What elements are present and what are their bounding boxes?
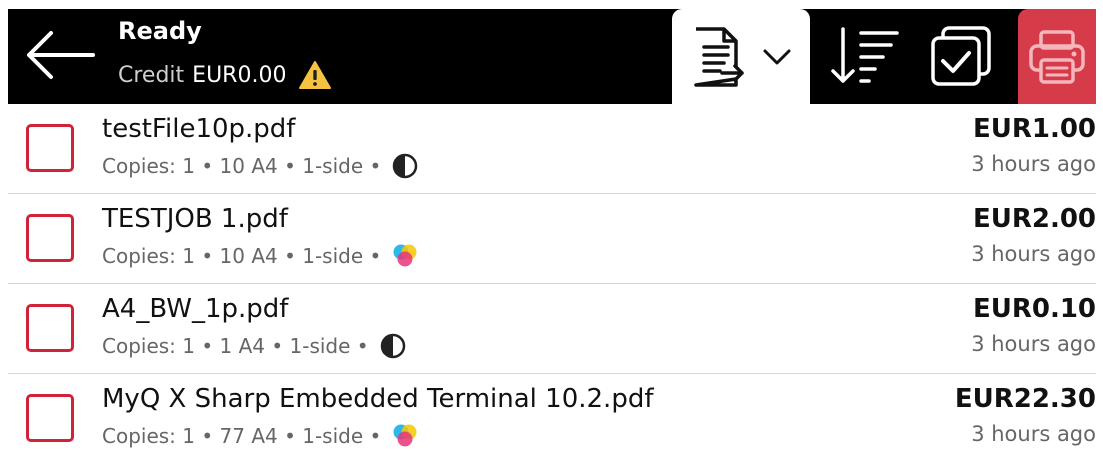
job-time: 3 hours ago: [971, 242, 1096, 266]
job-time: 3 hours ago: [971, 422, 1096, 446]
job-name: TESTJOB 1.pdf: [102, 204, 288, 234]
job-checkbox[interactable]: [26, 394, 74, 442]
top-bar: Ready Credit EUR0.00: [8, 9, 1096, 104]
job-row[interactable]: MyQ X Sharp Embedded Terminal 10.2.pdf C…: [8, 374, 1096, 463]
job-details: Copies: 1 • 10 A4 • 1-side •: [102, 244, 382, 268]
job-checkbox[interactable]: [26, 124, 74, 172]
job-price: EUR1.00: [972, 114, 1096, 144]
job-row[interactable]: TESTJOB 1.pdf Copies: 1 • 10 A4 • 1-side…: [8, 194, 1096, 284]
job-price: EUR0.10: [972, 294, 1096, 324]
credit-info: Credit EUR0.00: [118, 60, 332, 90]
job-checkbox[interactable]: [26, 304, 74, 352]
job-details: Copies: 1 • 1 A4 • 1-side •: [102, 334, 369, 358]
job-checkbox[interactable]: [26, 214, 74, 262]
credit-value: EUR0.00: [192, 62, 287, 88]
select-all-button[interactable]: [922, 19, 1000, 93]
status-title: Ready: [118, 17, 202, 45]
printer-icon: [1029, 29, 1085, 84]
print-button[interactable]: [1018, 9, 1096, 104]
job-price: EUR22.30: [954, 384, 1096, 414]
job-price: EUR2.00: [972, 204, 1096, 234]
job-meta: Copies: 1 • 10 A4 • 1-side •: [102, 152, 419, 180]
arrow-left-icon: [27, 31, 95, 79]
warning-icon: [299, 61, 332, 89]
job-time: 3 hours ago: [971, 332, 1096, 356]
sort-button[interactable]: [826, 19, 904, 93]
black-white-icon: [380, 333, 405, 359]
job-time: 3 hours ago: [971, 152, 1096, 176]
multi-select-icon: [931, 26, 991, 86]
job-meta: Copies: 1 • 10 A4 • 1-side •: [102, 242, 419, 270]
color-icon: [393, 424, 417, 447]
job-meta: Copies: 1 • 1 A4 • 1-side •: [102, 332, 407, 360]
job-meta: Copies: 1 • 77 A4 • 1-side •: [102, 422, 419, 450]
credit-label: Credit: [118, 62, 185, 88]
document-list-icon: [694, 26, 744, 87]
job-details: Copies: 1 • 10 A4 • 1-side •: [102, 154, 382, 178]
black-white-icon: [393, 153, 418, 179]
job-list: testFile10p.pdf Copies: 1 • 10 A4 • 1-si…: [8, 104, 1096, 463]
back-button[interactable]: [18, 23, 100, 87]
job-list-menu-button[interactable]: [672, 9, 810, 104]
job-row[interactable]: testFile10p.pdf Copies: 1 • 10 A4 • 1-si…: [8, 104, 1096, 194]
job-details: Copies: 1 • 77 A4 • 1-side •: [102, 424, 382, 448]
terminal-screen: Ready Credit EUR0.00 testFile10p.pdf Cop…: [8, 9, 1096, 457]
color-icon: [393, 244, 417, 267]
job-row[interactable]: A4_BW_1p.pdf Copies: 1 • 1 A4 • 1-side •…: [8, 284, 1096, 374]
job-name: MyQ X Sharp Embedded Terminal 10.2.pdf: [102, 384, 654, 414]
job-name: testFile10p.pdf: [102, 114, 296, 144]
job-name: A4_BW_1p.pdf: [102, 294, 289, 324]
sort-icon: [831, 27, 899, 83]
chevron-down-icon: [763, 49, 791, 64]
